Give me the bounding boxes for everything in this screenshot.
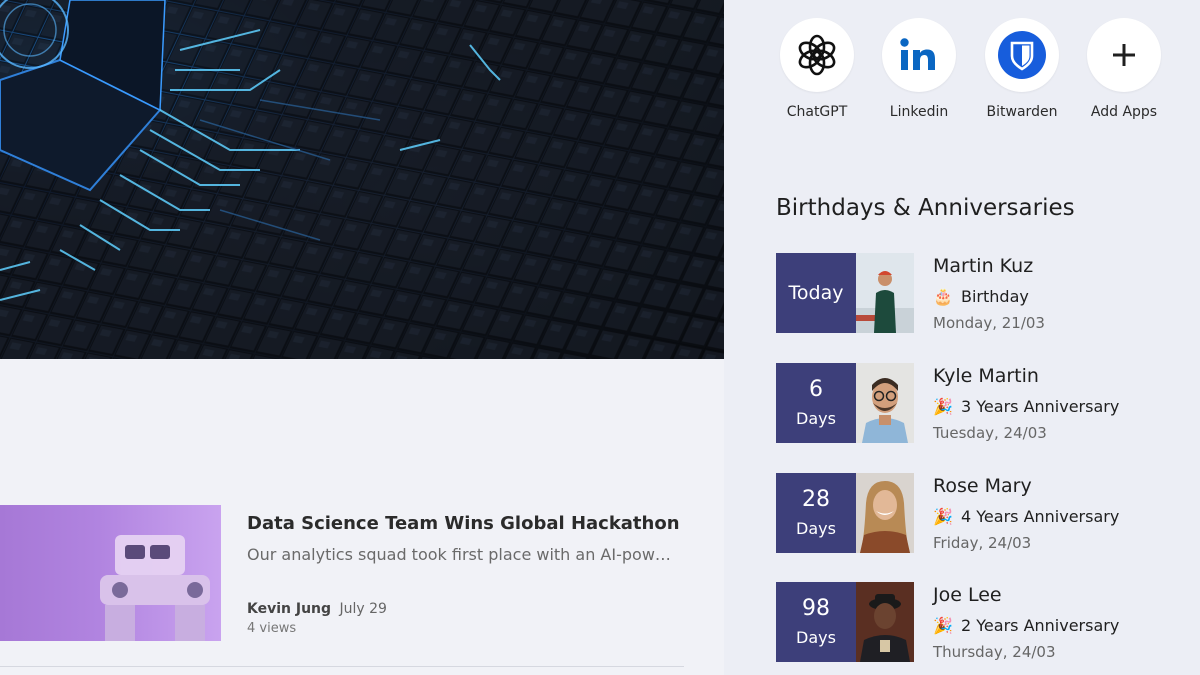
party-popper-icon: 🎉 — [933, 616, 953, 635]
countdown-value: Today — [788, 282, 844, 304]
robot-image — [100, 535, 210, 641]
circuit-board-illustration — [0, 0, 724, 359]
countdown-badge: 6 Days — [776, 363, 856, 443]
party-popper-icon: 🎉 — [933, 507, 953, 526]
event-date: Monday, 21/03 — [933, 314, 1045, 332]
event-type-label: 2 Years Anniversary — [961, 616, 1120, 635]
person-name[interactable]: Joe Lee — [933, 584, 1002, 606]
event-item[interactable]: 28 Days Rose Mary 🎉 4 Years Anniversary F… — [776, 473, 1196, 555]
app-label: Bitwarden — [986, 104, 1058, 120]
news-title[interactable]: Data Science Team Wins Global Hackathon — [247, 513, 687, 534]
right-panel: ChatGPT Linkedin Bitwarden Add Apps Birt… — [724, 0, 1200, 675]
app-icon-circle[interactable] — [985, 18, 1059, 92]
app-chatgpt[interactable]: ChatGPT — [779, 18, 855, 120]
event-type: 🎉 4 Years Anniversary — [933, 507, 1119, 526]
countdown-value: 28 — [802, 487, 830, 512]
event-type-label: Birthday — [961, 287, 1029, 306]
plus-icon — [1113, 44, 1135, 66]
app-icon-circle[interactable] — [1087, 18, 1161, 92]
app-bitwarden[interactable]: Bitwarden — [984, 18, 1060, 120]
section-title: Birthdays & Anniversaries — [776, 195, 1075, 221]
person-photo — [856, 473, 914, 553]
news-meta: Kevin Jung July 29 — [247, 601, 387, 617]
news-thumbnail[interactable] — [0, 505, 221, 641]
avatar[interactable] — [856, 363, 914, 443]
news-date: July 29 — [339, 601, 387, 617]
event-item[interactable]: 98 Days Joe Lee 🎉 2 Years Anniversary Thu… — [776, 582, 1196, 664]
app-icon-circle[interactable] — [882, 18, 956, 92]
news-card[interactable]: Data Science Team Wins Global Hackathon … — [0, 505, 684, 641]
event-type: 🎉 2 Years Anniversary — [933, 616, 1119, 635]
person-name[interactable]: Rose Mary — [933, 475, 1032, 497]
person-photo — [856, 363, 914, 443]
countdown-unit: Days — [796, 628, 836, 647]
countdown-badge: Today — [776, 253, 856, 333]
bitwarden-icon — [998, 31, 1046, 79]
countdown-value: 6 — [809, 377, 823, 402]
event-type-label: 4 Years Anniversary — [961, 507, 1120, 526]
person-name[interactable]: Kyle Martin — [933, 365, 1039, 387]
countdown-badge: 98 Days — [776, 582, 856, 662]
linkedin-icon — [900, 38, 935, 70]
add-apps-button[interactable]: Add Apps — [1086, 18, 1162, 120]
cake-icon: 🎂 — [933, 287, 953, 306]
countdown-badge: 28 Days — [776, 473, 856, 553]
event-date: Tuesday, 24/03 — [933, 424, 1047, 442]
countdown-unit: Days — [796, 519, 836, 538]
app-label: Add Apps — [1090, 104, 1158, 120]
event-item[interactable]: 6 Days Kyle Martin 🎉 3 Years Anniversary … — [776, 363, 1196, 445]
main-content: Data Science Team Wins Global Hackathon … — [0, 0, 724, 675]
avatar[interactable] — [856, 473, 914, 553]
person-photo — [856, 582, 914, 662]
countdown-unit: Days — [796, 409, 836, 428]
person-name[interactable]: Martin Kuz — [933, 255, 1033, 277]
event-date: Thursday, 24/03 — [933, 643, 1056, 661]
party-popper-icon: 🎉 — [933, 397, 953, 416]
app-label: ChatGPT — [786, 104, 848, 120]
news-author[interactable]: Kevin Jung — [247, 601, 331, 617]
app-label: Linkedin — [889, 104, 949, 120]
avatar[interactable] — [856, 253, 914, 333]
avatar[interactable] — [856, 582, 914, 662]
countdown-value: 98 — [802, 596, 830, 621]
app-linkedin[interactable]: Linkedin — [881, 18, 957, 120]
divider — [0, 666, 684, 667]
hero-image[interactable] — [0, 0, 724, 359]
news-excerpt: Our analytics squad took first place wit… — [247, 545, 679, 564]
chatgpt-icon — [798, 34, 836, 76]
event-item[interactable]: Today Martin Kuz 🎂 Birthday Monday, 21/03 — [776, 253, 1196, 335]
person-photo — [856, 253, 914, 333]
event-type-label: 3 Years Anniversary — [961, 397, 1120, 416]
app-icon-circle[interactable] — [780, 18, 854, 92]
news-views: 4 views — [247, 621, 297, 636]
event-type: 🎂 Birthday — [933, 287, 1029, 306]
event-date: Friday, 24/03 — [933, 534, 1032, 552]
event-type: 🎉 3 Years Anniversary — [933, 397, 1119, 416]
